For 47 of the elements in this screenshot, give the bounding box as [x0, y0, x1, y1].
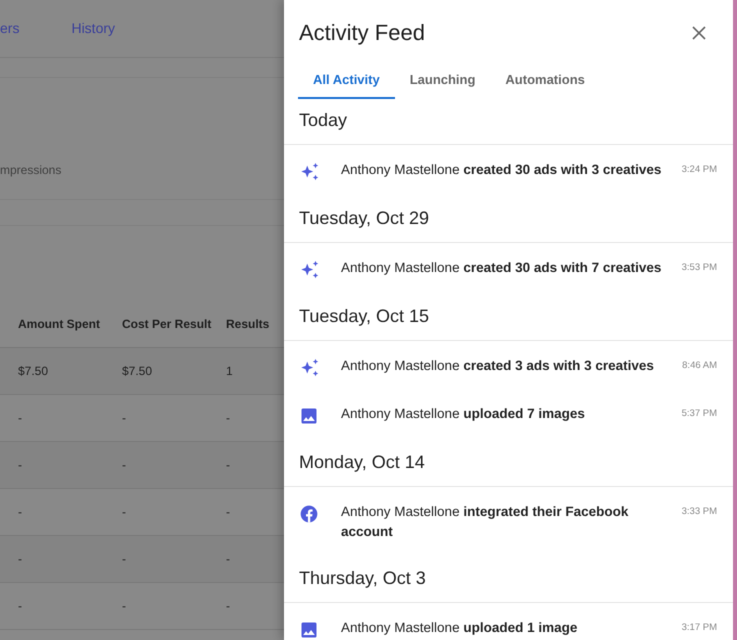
table-cell-text: -: [121, 551, 127, 568]
table-cell-text: -: [225, 598, 231, 615]
table-cell-text: -: [17, 551, 23, 568]
date-heading: Tuesday, Oct 29: [299, 207, 430, 230]
activity-text: Anthony Mastellone uploaded 1 image: [341, 619, 578, 637]
table-cell-text: -: [17, 410, 23, 427]
table-cell-text: -: [225, 504, 231, 521]
tab[interactable]: Automations: [490, 63, 600, 99]
tab[interactable]: Launching: [394, 63, 490, 99]
column-header: Amount Spent: [17, 316, 101, 332]
close-icon: [691, 24, 707, 40]
activity-text: Anthony Mastellone created 30 ads with 7 creatives: [341, 259, 662, 277]
nav-link[interactable]: ers: [0, 18, 20, 39]
table-cell-text: -: [225, 551, 231, 568]
table-cell-text: -: [121, 504, 127, 521]
activity-text: Anthony Mastellone uploaded 7 images: [341, 405, 586, 423]
image-icon: [299, 406, 319, 426]
timestamp: 3:24 PM: [680, 163, 717, 177]
metric-label: mpressions: [0, 162, 62, 179]
table-cell-text: -: [17, 504, 23, 521]
table-cell-text: -: [225, 457, 231, 474]
activity-text: Anthony Mastellone created 3 ads with 3 creatives: [341, 357, 655, 375]
table-cell-text: $7.50: [17, 363, 50, 380]
table-cell-text: -: [17, 598, 23, 615]
timestamp: 3:33 PM: [680, 505, 717, 519]
table-cell-text: -: [121, 457, 127, 474]
activity-text: Anthony Mastellone created 30 ads with 3 creatives: [341, 161, 662, 179]
timestamp: 8:46 AM: [681, 359, 717, 373]
table-cell-text: -: [225, 410, 231, 427]
timestamp: 3:53 PM: [680, 261, 717, 275]
table-cell-text: -: [121, 410, 127, 427]
table-cell-text: -: [17, 457, 23, 474]
drawer-title: Activity Feed: [299, 19, 425, 47]
timestamp: 5:37 PM: [680, 407, 717, 421]
date-heading: Monday, Oct 14: [299, 451, 425, 474]
date-heading: Tuesday, Oct 15: [299, 305, 430, 328]
tab[interactable]: All Activity: [298, 63, 395, 99]
date-heading: Today: [299, 109, 348, 132]
table-cell-text: -: [121, 598, 127, 615]
date-heading: Thursday, Oct 3: [299, 567, 426, 590]
image-icon: [299, 620, 319, 640]
activity-text: Anthony Mastellone integrated their Facebook account: [341, 503, 630, 541]
nav-link[interactable]: History: [71, 18, 116, 39]
table-cell-text: 1: [225, 363, 234, 380]
table-cell-text: $7.50: [121, 363, 154, 380]
timestamp: 3:17 PM: [680, 621, 717, 635]
facebook-icon: [299, 504, 319, 524]
